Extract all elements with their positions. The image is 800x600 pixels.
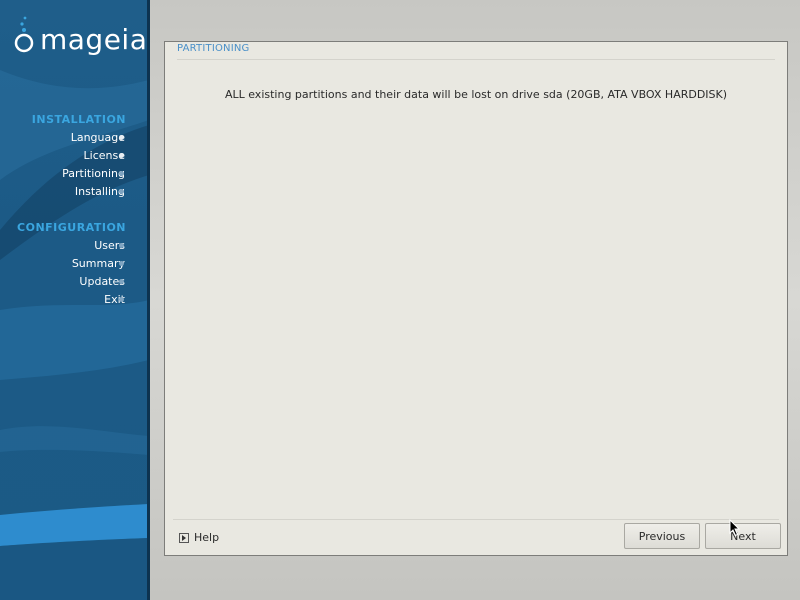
previous-button[interactable]: Previous <box>624 523 700 549</box>
mageia-logo-icon <box>14 16 34 53</box>
sidebar: mageia INSTALLATION Language License Par… <box>0 0 149 600</box>
step-users-dot-icon <box>119 243 124 248</box>
step-exit-dot-icon <box>119 297 124 302</box>
step-partitioning-dot-icon <box>119 171 124 176</box>
step-installing-dot-icon <box>119 189 124 194</box>
panel-title: PARTITIONING <box>177 43 250 54</box>
partitioning-panel: PARTITIONING ALL existing partitions and… <box>164 41 788 556</box>
mouse-pointer-icon <box>729 519 741 537</box>
expander-arrow-icon <box>179 532 189 543</box>
partition-warning-message: ALL existing partitions and their data w… <box>224 88 728 101</box>
panel-divider-bottom <box>173 519 779 520</box>
next-button[interactable]: Next <box>705 523 781 549</box>
help-label: Help <box>194 531 220 544</box>
step-installing: Installing <box>74 185 125 198</box>
step-language-done-dot-icon <box>119 135 124 140</box>
logo-wordmark: mageia <box>40 23 148 56</box>
step-summary: Summary <box>71 257 125 270</box>
panel-divider-top <box>177 59 775 60</box>
section-title-configuration: CONFIGURATION <box>17 221 126 234</box>
step-license-done-dot-icon <box>119 153 124 158</box>
step-summary-dot-icon <box>119 261 124 266</box>
mageia-logo: mageia <box>10 10 148 60</box>
sidebar-background-waves <box>0 70 149 600</box>
step-partitioning: Partitioning <box>62 167 125 180</box>
step-updates-dot-icon <box>119 279 124 284</box>
step-language: Language <box>70 131 125 144</box>
section-title-installation: INSTALLATION <box>31 113 126 126</box>
help-button[interactable]: Help <box>179 531 219 544</box>
